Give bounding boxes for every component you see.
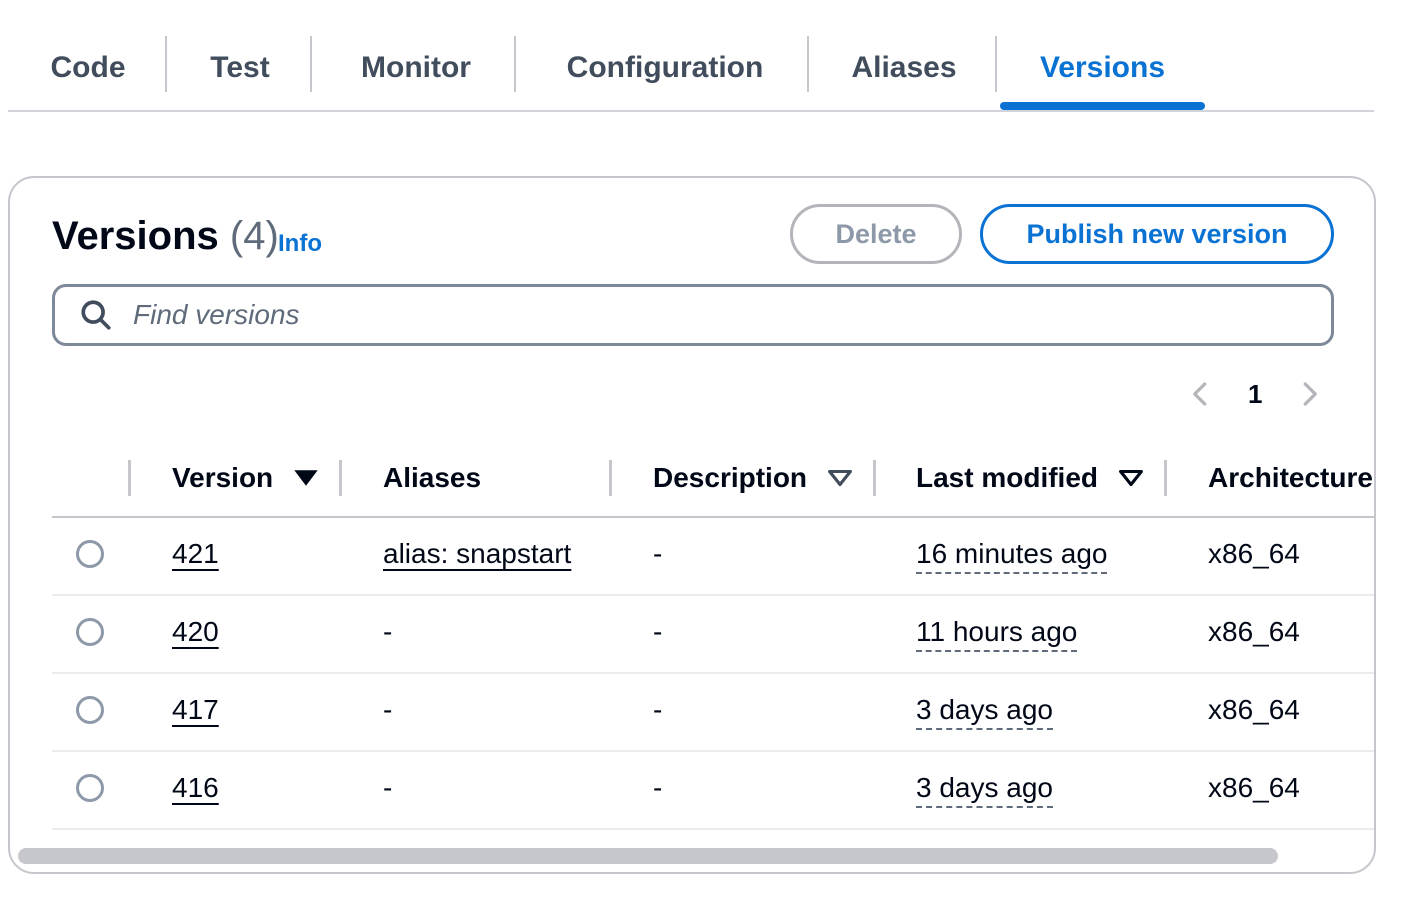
version-count: (4) <box>229 214 279 258</box>
alias-link[interactable]: alias: snapstart <box>383 538 571 570</box>
tab-divider <box>165 36 167 92</box>
horizontal-scrollbar[interactable] <box>18 848 1278 864</box>
description-cell: - <box>653 538 663 569</box>
alias-cell: - <box>383 772 393 803</box>
column-divider[interactable] <box>339 460 342 496</box>
table-row: 421 alias: snapstart - 16 minutes ago x8… <box>52 518 1374 596</box>
caret-down-filled-icon <box>294 470 318 486</box>
publish-new-version-button[interactable]: Publish new version <box>980 204 1334 264</box>
tab-aliases[interactable]: Aliases <box>826 28 982 108</box>
column-header-description[interactable]: Description <box>653 462 853 494</box>
row-select-radio[interactable] <box>76 774 104 802</box>
caret-down-outline-icon <box>1119 469 1143 487</box>
tab-divider <box>310 36 312 92</box>
row-select-radio[interactable] <box>76 540 104 568</box>
search-box <box>52 284 1334 346</box>
column-header-label: Version <box>172 462 274 493</box>
versions-panel: Versions (4) Info Delete Publish new ver… <box>8 176 1376 874</box>
panel-title-text: Versions <box>52 214 219 258</box>
description-cell: - <box>653 694 663 725</box>
tab-divider <box>807 36 809 92</box>
table-header: Version Aliases Description Last modifie… <box>52 456 1374 518</box>
version-link[interactable]: 416 <box>172 772 219 804</box>
tab-divider <box>514 36 516 92</box>
last-modified-cell[interactable]: 3 days ago <box>916 694 1053 730</box>
tab-versions[interactable]: Versions <box>1000 28 1205 108</box>
architecture-cell: x86_64 <box>1208 772 1300 803</box>
delete-button[interactable]: Delete <box>790 204 962 264</box>
column-divider[interactable] <box>609 460 612 496</box>
version-link[interactable]: 417 <box>172 694 219 726</box>
description-cell: - <box>653 616 663 647</box>
tab-test[interactable]: Test <box>180 28 300 108</box>
table-row: 420 - - 11 hours ago x86_64 <box>52 596 1374 674</box>
last-modified-cell[interactable]: 11 hours ago <box>916 616 1078 652</box>
row-select-radio[interactable] <box>76 618 104 646</box>
tab-divider <box>995 36 997 92</box>
info-link[interactable]: Info <box>278 230 322 258</box>
column-header-last-modified[interactable]: Last modified <box>916 462 1144 494</box>
tab-monitor[interactable]: Monitor <box>330 28 502 108</box>
description-cell: - <box>653 772 663 803</box>
architecture-cell: x86_64 <box>1208 694 1300 725</box>
version-link[interactable]: 421 <box>172 538 219 570</box>
column-header-label: Architecture <box>1208 462 1373 493</box>
table-row: 417 - - 3 days ago x86_64 <box>52 674 1374 752</box>
column-divider[interactable] <box>873 460 876 496</box>
column-header-label: Description <box>653 462 808 493</box>
search-icon <box>81 300 111 330</box>
chevron-left-icon[interactable] <box>1186 379 1216 409</box>
caret-down-outline-icon <box>828 469 852 487</box>
alias-cell: - <box>383 694 393 725</box>
column-divider[interactable] <box>128 460 131 496</box>
last-modified-cell[interactable]: 16 minutes ago <box>916 538 1108 574</box>
table-row: 416 - - 3 days ago x86_64 <box>52 752 1374 830</box>
pagination: 1 <box>1186 374 1324 414</box>
architecture-cell: x86_64 <box>1208 538 1300 569</box>
alias-cell: - <box>383 616 393 647</box>
column-header-label: Last modified <box>916 462 1099 493</box>
chevron-right-icon[interactable] <box>1294 379 1324 409</box>
last-modified-cell[interactable]: 3 days ago <box>916 772 1053 808</box>
panel-title: Versions (4) <box>52 214 279 259</box>
column-header-version[interactable]: Version <box>172 462 319 494</box>
active-tab-indicator <box>1000 102 1205 110</box>
column-divider[interactable] <box>1164 460 1167 496</box>
current-page-number[interactable]: 1 <box>1248 379 1262 410</box>
tab-configuration[interactable]: Configuration <box>532 28 798 108</box>
version-link[interactable]: 420 <box>172 616 219 648</box>
column-header-aliases: Aliases <box>383 462 481 494</box>
tab-bar: Code Test Monitor Configuration Aliases … <box>8 28 1374 112</box>
search-input[interactable] <box>131 298 1331 332</box>
column-header-architecture: Architecture <box>1208 462 1373 494</box>
tab-code[interactable]: Code <box>28 28 148 108</box>
column-header-label: Aliases <box>383 462 482 493</box>
architecture-cell: x86_64 <box>1208 616 1300 647</box>
row-select-radio[interactable] <box>76 696 104 724</box>
